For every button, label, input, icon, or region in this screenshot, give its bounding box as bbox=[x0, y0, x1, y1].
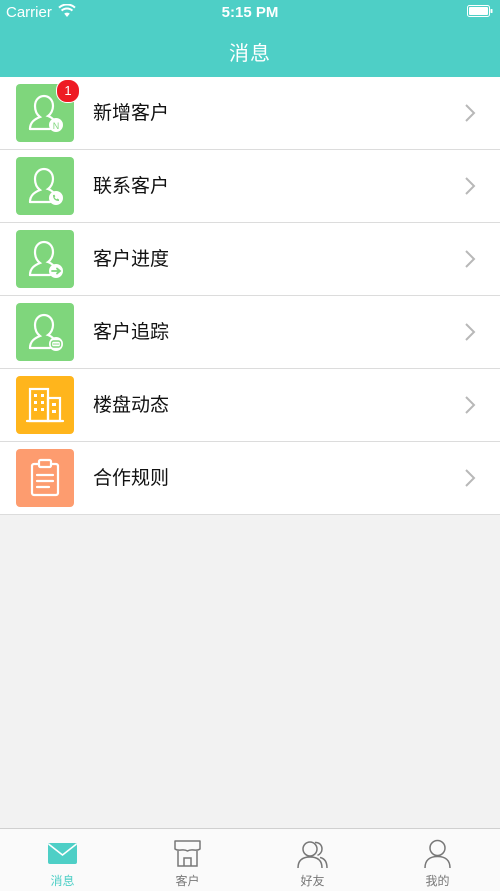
chevron-right-icon bbox=[465, 323, 476, 341]
list-item-label: 客户追踪 bbox=[93, 321, 170, 343]
chevron-right-icon bbox=[465, 469, 476, 487]
user-progress-icon bbox=[16, 230, 74, 288]
list-item-label: 合作规则 bbox=[93, 467, 170, 489]
list-item-label: 客户进度 bbox=[93, 248, 170, 270]
user-phone-icon bbox=[16, 157, 74, 215]
list-item-label: 新增客户 bbox=[93, 102, 170, 124]
tab-customers[interactable]: 客户 bbox=[125, 829, 250, 891]
chevron-right-icon bbox=[465, 396, 476, 414]
list-item-label: 联系客户 bbox=[93, 175, 170, 197]
tab-friends[interactable]: 好友 bbox=[250, 829, 375, 891]
list-item-cooperation-rules[interactable]: 合作规则 bbox=[0, 442, 500, 515]
mail-icon bbox=[48, 843, 77, 864]
tab-label: 客户 bbox=[175, 874, 200, 888]
friends-icon bbox=[297, 841, 328, 869]
list-item-customer-progress[interactable]: 客户进度 bbox=[0, 223, 500, 296]
chevron-right-icon bbox=[465, 250, 476, 268]
tab-label: 好友 bbox=[300, 874, 325, 888]
svg-text:N: N bbox=[53, 121, 60, 131]
tab-profile[interactable]: 我的 bbox=[375, 829, 500, 891]
tab-messages[interactable]: 消息 bbox=[0, 829, 125, 891]
customer-icon bbox=[174, 840, 201, 867]
tab-label: 我的 bbox=[425, 874, 450, 888]
battery-icon bbox=[467, 5, 493, 17]
list-item-label: 楼盘动态 bbox=[93, 394, 170, 416]
message-list: N 1 新增客户 联系客户 客户进度 客户追踪 楼盘动态 合作规则 bbox=[0, 77, 500, 515]
list-item-new-customers[interactable]: N 1 新增客户 bbox=[0, 77, 500, 150]
navigation-header: Carrier 5:15 PM 消息 bbox=[0, 0, 500, 77]
status-bar: Carrier 5:15 PM bbox=[0, 0, 500, 26]
unread-badge: 1 bbox=[56, 79, 80, 103]
profile-icon bbox=[424, 839, 451, 869]
tab-bar: 消息 客户 好友 我的 bbox=[0, 828, 500, 891]
building-icon bbox=[16, 376, 74, 434]
tab-label: 消息 bbox=[50, 874, 75, 888]
user-chat-icon bbox=[16, 303, 74, 361]
page-title: 消息 bbox=[229, 41, 271, 65]
list-item-customer-tracking[interactable]: 客户追踪 bbox=[0, 296, 500, 369]
status-time: 5:15 PM bbox=[221, 4, 279, 21]
chevron-right-icon bbox=[465, 177, 476, 195]
list-item-contact-customers[interactable]: 联系客户 bbox=[0, 150, 500, 223]
list-item-property-news[interactable]: 楼盘动态 bbox=[0, 369, 500, 442]
chevron-right-icon bbox=[465, 104, 476, 122]
clipboard-icon bbox=[16, 449, 74, 507]
